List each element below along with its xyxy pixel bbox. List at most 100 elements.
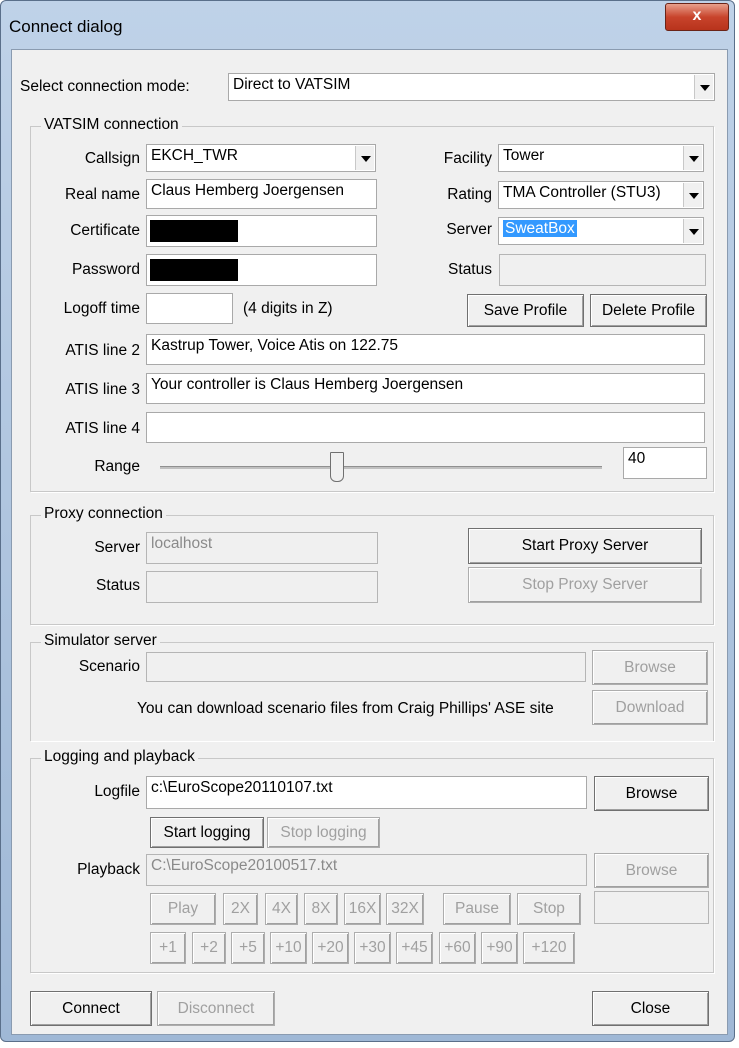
connection-mode-select[interactable]: Direct to VATSIM — [228, 73, 715, 101]
logfile-label: Logfile — [94, 783, 140, 800]
chevron-down-icon[interactable] — [683, 219, 702, 243]
skip-30-button: +30 — [354, 932, 391, 964]
status-label: Status — [448, 261, 492, 278]
range-slider[interactable] — [156, 451, 606, 485]
dialog-window: Connect dialog x Select connection mode:… — [0, 0, 735, 1042]
connect-button[interactable]: Connect — [30, 991, 152, 1026]
scenario-browse-button: Browse — [592, 650, 708, 685]
simulator-group-title: Simulator server — [41, 632, 160, 650]
proxy-status-field — [146, 571, 378, 603]
skip-20-button: +20 — [312, 932, 349, 964]
atis2-value: Kastrup Tower, Voice Atis on 122.75 — [151, 337, 399, 354]
playback-time-display — [594, 891, 709, 924]
proxy-group-title: Proxy connection — [41, 505, 166, 523]
close-window-button[interactable]: x — [665, 3, 729, 31]
proxy-server-field: localhost — [146, 532, 378, 564]
speed-32x-button: 32X — [386, 893, 424, 925]
chevron-down-icon[interactable] — [694, 75, 713, 99]
certificate-field[interactable] — [146, 215, 377, 247]
atis3-field[interactable]: Your controller is Claus Hemberg Joergen… — [146, 373, 705, 404]
server-label: Server — [446, 221, 492, 238]
skip-120-button: +120 — [523, 932, 575, 964]
rating-value: TMA Controller (STU3) — [503, 184, 661, 201]
atis2-label: ATIS line 2 — [65, 342, 140, 359]
logfile-browse-button[interactable]: Browse — [594, 776, 709, 811]
stop-logging-button: Stop logging — [267, 817, 380, 848]
range-slider-track — [160, 466, 602, 469]
callsign-label: Callsign — [84, 150, 140, 167]
speed-4x-button: 4X — [265, 893, 298, 925]
start-proxy-button[interactable]: Start Proxy Server — [468, 528, 702, 564]
pause-button: Pause — [443, 893, 511, 925]
callsign-value: EKCH_TWR — [151, 147, 238, 164]
range-label: Range — [94, 458, 140, 475]
chevron-down-icon[interactable] — [355, 146, 374, 170]
skip-60-button: +60 — [439, 932, 476, 964]
playback-label: Playback — [77, 861, 140, 878]
close-button[interactable]: Close — [592, 991, 709, 1026]
speed-2x-button: 2X — [223, 893, 258, 925]
rating-select[interactable]: TMA Controller (STU3) — [498, 181, 704, 209]
atis4-field[interactable] — [146, 412, 705, 443]
logfile-value: c:\EuroScope20110107.txt — [151, 779, 333, 796]
certificate-redaction — [150, 220, 238, 242]
speed-8x-button: 8X — [304, 893, 338, 925]
delete-profile-button[interactable]: Delete Profile — [590, 294, 707, 327]
download-button: Download — [592, 690, 708, 725]
proxy-server-value: localhost — [151, 535, 213, 552]
scenario-label: Scenario — [78, 658, 140, 675]
password-label: Password — [71, 261, 140, 278]
connection-mode-value: Direct to VATSIM — [233, 76, 351, 93]
server-select[interactable]: SweatBox — [498, 217, 704, 245]
realname-value: Claus Hemberg Joergensen — [151, 182, 344, 199]
skip-1-button: +1 — [150, 932, 186, 964]
start-logging-button[interactable]: Start logging — [150, 817, 264, 848]
facility-select[interactable]: Tower — [498, 144, 704, 172]
window-title: Connect dialog — [9, 17, 123, 36]
skip-2-button: +2 — [192, 932, 226, 964]
rating-label: Rating — [447, 186, 492, 203]
range-slider-thumb[interactable] — [329, 452, 344, 482]
callsign-select[interactable]: EKCH_TWR — [146, 144, 376, 172]
facility-value: Tower — [503, 147, 545, 164]
certificate-label: Certificate — [70, 222, 140, 239]
playback-browse-button: Browse — [594, 853, 709, 888]
proxy-server-label: Server — [94, 539, 140, 556]
playback-value: C:\EuroScope20100517.txt — [151, 857, 338, 874]
speed-16x-button: 16X — [344, 893, 381, 925]
range-value-field[interactable]: 40 — [623, 447, 707, 479]
logoff-time-label: Logoff time — [63, 300, 140, 317]
password-field[interactable] — [146, 254, 377, 286]
logfile-field[interactable]: c:\EuroScope20110107.txt — [146, 776, 587, 809]
facility-label: Facility — [443, 150, 492, 167]
atis3-label: ATIS line 3 — [65, 381, 140, 398]
play-button: Play — [150, 893, 216, 925]
range-value: 40 — [628, 450, 646, 467]
password-redaction — [150, 259, 238, 281]
vatsim-group-title: VATSIM connection — [41, 116, 182, 134]
disconnect-button: Disconnect — [157, 991, 275, 1026]
realname-label: Real name — [65, 186, 140, 203]
skip-45-button: +45 — [396, 932, 433, 964]
atis3-value: Your controller is Claus Hemberg Joergen… — [151, 376, 464, 393]
proxy-status-label: Status — [96, 577, 140, 594]
chevron-down-icon[interactable] — [683, 146, 702, 170]
skip-5-button: +5 — [231, 932, 265, 964]
close-icon: x — [692, 7, 702, 24]
logoff-time-field[interactable] — [146, 293, 233, 324]
atis2-field[interactable]: Kastrup Tower, Voice Atis on 122.75 — [146, 334, 705, 365]
playback-field: C:\EuroScope20100517.txt — [146, 854, 587, 886]
stop-proxy-button: Stop Proxy Server — [468, 567, 702, 603]
dialog-client-area: Select connection mode: Direct to VATSIM… — [11, 49, 728, 1035]
realname-field[interactable]: Claus Hemberg Joergensen — [146, 179, 377, 209]
status-field — [499, 254, 706, 286]
logoff-time-hint: (4 digits in Z) — [243, 300, 333, 317]
chevron-down-icon[interactable] — [683, 183, 702, 207]
server-value: SweatBox — [503, 220, 577, 237]
skip-90-button: +90 — [481, 932, 518, 964]
logging-group-title: Logging and playback — [41, 748, 198, 766]
save-profile-button[interactable]: Save Profile — [467, 294, 584, 327]
atis4-label: ATIS line 4 — [65, 420, 140, 437]
scenario-field — [146, 652, 586, 682]
download-info-text: You can download scenario files from Cra… — [137, 700, 554, 717]
